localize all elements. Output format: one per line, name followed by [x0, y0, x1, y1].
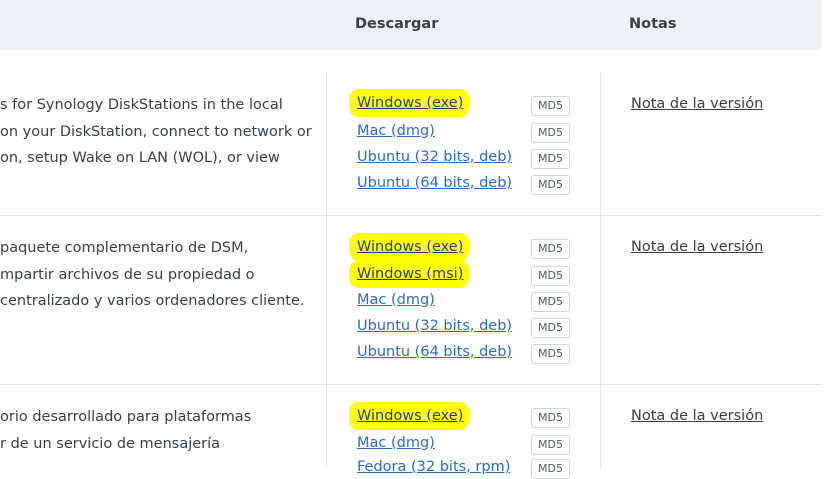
column-divider	[326, 72, 327, 215]
download-link-ubuntu-32[interactable]: Ubuntu (32 bits, deb)	[357, 149, 512, 165]
download-link-mac-dmg[interactable]: Mac (dmg)	[357, 292, 435, 308]
row-divider	[0, 384, 822, 385]
download-link-fedora-32[interactable]: Fedora (32 bits, rpm)	[357, 459, 510, 475]
description-line: on, setup Wake on LAN (WOL), or view	[0, 150, 280, 166]
release-notes-link[interactable]: Nota de la versión	[631, 239, 763, 255]
description-line: orio desarrollado para plataformas	[0, 409, 252, 425]
row-description: s for Synology DiskStations in the local…	[0, 92, 320, 172]
description-line: mpartir archivos de su propiedad o	[0, 266, 255, 283]
table-header: Descargar Notas	[0, 0, 822, 50]
row-description: paquete complementario de DSM, mpartir a…	[0, 235, 320, 315]
md5-button[interactable]: MD5	[531, 435, 570, 455]
md5-button[interactable]: MD5	[531, 239, 570, 259]
md5-button[interactable]: MD5	[531, 344, 570, 364]
download-link-windows-exe[interactable]: Windows (exe)	[348, 89, 470, 117]
download-link-ubuntu-64[interactable]: Ubuntu (64 bits, deb)	[357, 344, 512, 360]
md5-button[interactable]: MD5	[531, 408, 570, 428]
column-header-notes: Notas	[629, 16, 677, 32]
md5-button[interactable]: MD5	[531, 318, 570, 338]
column-divider	[600, 385, 601, 468]
download-link-windows-exe[interactable]: Windows (exe)	[348, 402, 470, 430]
column-divider	[326, 385, 327, 468]
description-line: on your DiskStation, connect to network …	[0, 123, 312, 140]
download-link-windows-exe[interactable]: Windows (exe)	[348, 233, 470, 261]
download-link-ubuntu-32[interactable]: Ubuntu (32 bits, deb)	[357, 318, 512, 334]
column-divider	[600, 72, 601, 215]
md5-button[interactable]: MD5	[531, 96, 570, 116]
download-link-mac-dmg[interactable]: Mac (dmg)	[357, 435, 435, 451]
column-header-download: Descargar	[355, 16, 439, 32]
download-link-mac-dmg[interactable]: Mac (dmg)	[357, 123, 435, 139]
md5-button[interactable]: MD5	[531, 459, 570, 479]
download-link-windows-msi[interactable]: Windows (msi)	[348, 260, 470, 288]
description-line: centralizado y varios ordenadores client…	[0, 293, 305, 309]
md5-button[interactable]: MD5	[531, 175, 570, 195]
release-notes-link[interactable]: Nota de la versión	[631, 96, 763, 112]
md5-button[interactable]: MD5	[531, 292, 570, 312]
release-notes-link[interactable]: Nota de la versión	[631, 408, 763, 424]
row-divider	[0, 215, 822, 216]
column-divider	[600, 216, 601, 384]
description-line: s for Synology DiskStations in the local	[0, 97, 283, 113]
column-divider	[326, 216, 327, 384]
md5-button[interactable]: MD5	[531, 266, 570, 286]
md5-button[interactable]: MD5	[531, 149, 570, 169]
description-line: r de un servicio de mensajería	[0, 435, 221, 452]
download-link-ubuntu-64[interactable]: Ubuntu (64 bits, deb)	[357, 175, 512, 191]
row-description: orio desarrollado para plataformas r de …	[0, 404, 320, 457]
description-line: paquete complementario de DSM,	[0, 240, 249, 256]
md5-button[interactable]: MD5	[531, 123, 570, 143]
